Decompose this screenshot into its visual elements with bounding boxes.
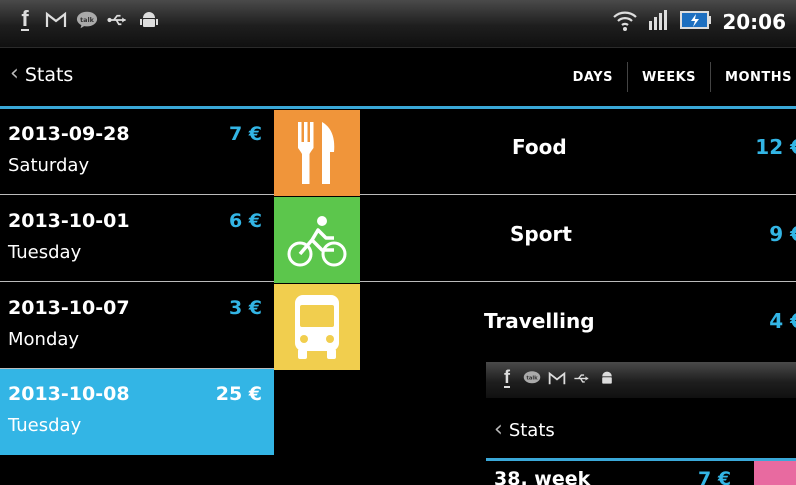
chevron-left-icon: ‹ bbox=[494, 417, 503, 442]
day-list-item-selected[interactable]: 2013-10-08 25 € Tuesday bbox=[0, 369, 274, 455]
day-weekday: Tuesday bbox=[8, 415, 82, 436]
talk-icon: talk bbox=[523, 368, 541, 388]
back-label: Stats bbox=[24, 63, 74, 86]
category-name: Travelling bbox=[484, 309, 595, 333]
bus-icon bbox=[274, 284, 360, 370]
tab-months[interactable]: MONTHS bbox=[711, 64, 796, 91]
usb-icon bbox=[573, 368, 591, 388]
day-list-item[interactable]: 2013-10-07 3 € Monday bbox=[0, 283, 274, 369]
battery-icon bbox=[680, 10, 712, 34]
day-weekday: Monday bbox=[8, 329, 80, 350]
inset-accent-divider bbox=[486, 458, 796, 461]
chevron-left-icon: ‹ bbox=[10, 61, 19, 86]
day-weekday: Tuesday bbox=[8, 242, 82, 263]
facebook-icon: f bbox=[504, 366, 510, 388]
inset-screenshot: f talk ‹ Stats 38. week 7 € bbox=[486, 362, 796, 485]
svg-text:talk: talk bbox=[80, 16, 95, 24]
category-amount: 9 € bbox=[769, 222, 796, 246]
category-row-sport[interactable]: Sport 9 € bbox=[360, 196, 796, 282]
fork-knife-icon bbox=[274, 110, 360, 196]
inset-category-tile bbox=[754, 461, 796, 485]
inset-back-label: Stats bbox=[508, 420, 555, 441]
category-row-food[interactable]: Food 12 € bbox=[360, 109, 796, 195]
day-amount: 3 € bbox=[228, 297, 262, 319]
category-amount: 12 € bbox=[755, 135, 796, 159]
category-name: Food bbox=[512, 135, 567, 159]
system-icons: 20:06 bbox=[612, 8, 786, 36]
status-bar: f talk 20:06 bbox=[0, 0, 796, 48]
inset-notification-icons: f talk bbox=[498, 368, 616, 388]
day-list-item[interactable]: 2013-10-01 6 € Tuesday bbox=[0, 196, 274, 282]
tab-days[interactable]: DAYS bbox=[559, 64, 627, 91]
day-date: 2013-10-01 bbox=[8, 210, 130, 232]
inset-week-amount: 7 € bbox=[698, 468, 732, 485]
usb-icon bbox=[107, 8, 129, 32]
day-weekday: Saturday bbox=[8, 155, 90, 176]
day-amount: 7 € bbox=[228, 123, 262, 145]
android-icon bbox=[138, 8, 160, 32]
category-row-travelling[interactable]: Travelling 4 € bbox=[360, 283, 796, 369]
wifi-icon bbox=[612, 8, 638, 36]
inset-status-bar: f talk bbox=[486, 362, 796, 398]
bicycle-icon bbox=[274, 197, 360, 283]
notification-icons: f talk bbox=[14, 8, 160, 32]
talk-icon: talk bbox=[76, 8, 98, 32]
category-name: Sport bbox=[510, 222, 572, 246]
clock: 20:06 bbox=[722, 10, 786, 34]
day-amount: 25 € bbox=[215, 383, 262, 405]
facebook-icon: f bbox=[21, 6, 29, 31]
day-amount: 6 € bbox=[228, 210, 262, 232]
gmail-icon bbox=[548, 368, 566, 388]
view-tabs: DAYS WEEKS MONTHS bbox=[559, 62, 796, 92]
category-amount: 4 € bbox=[769, 309, 796, 333]
inset-back-button: ‹ Stats bbox=[494, 417, 555, 443]
signal-icon bbox=[648, 9, 670, 35]
day-list-item[interactable]: 2013-09-28 7 € Saturday bbox=[0, 109, 274, 195]
back-button[interactable]: ‹ Stats bbox=[10, 61, 74, 87]
day-date: 2013-10-07 bbox=[8, 297, 130, 319]
inset-week-label: 38. week bbox=[494, 468, 591, 485]
day-date: 2013-10-08 bbox=[8, 383, 130, 405]
tab-weeks[interactable]: WEEKS bbox=[628, 64, 710, 91]
svg-text:talk: talk bbox=[526, 376, 538, 382]
day-date: 2013-09-28 bbox=[8, 123, 130, 145]
gmail-icon bbox=[45, 8, 67, 32]
android-icon bbox=[598, 368, 616, 388]
action-bar: ‹ Stats DAYS WEEKS MONTHS bbox=[0, 48, 796, 106]
